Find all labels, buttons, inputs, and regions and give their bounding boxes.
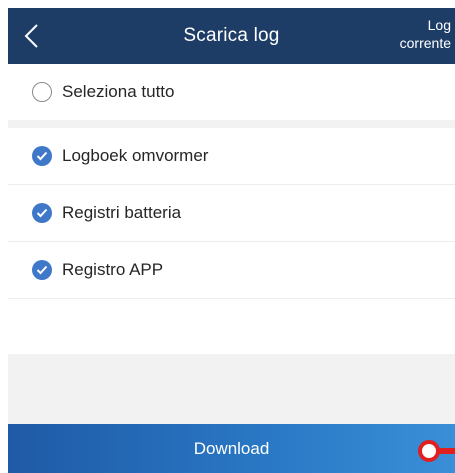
current-log-button[interactable]: Log corrente [365,16,455,52]
check-circle-icon[interactable] [32,146,52,166]
pointer-marker-icon [418,440,455,462]
select-all-row[interactable]: Seleziona tutto [8,64,455,120]
download-button[interactable]: Download [8,424,455,473]
select-all-label: Seleziona tutto [62,82,175,101]
divider [8,298,455,299]
list-item-label: Registro APP [62,260,164,279]
check-circle-icon[interactable] [32,203,52,223]
empty-area [8,354,455,424]
select-all-radio[interactable] [32,82,52,102]
header-bar: Scarica log Log corrente [8,8,455,64]
current-log-label-line2: corrente [399,35,451,51]
current-log-label-line1: Log [427,17,451,33]
section-gap [8,120,455,128]
list-item-label: Logboek omvormer [62,146,209,165]
check-circle-icon[interactable] [32,260,52,280]
list-item[interactable]: Registri batteria [8,185,455,241]
list-item-label: Registri batteria [62,203,182,222]
download-label: Download [193,438,270,458]
list-item[interactable]: Registro APP [8,242,455,298]
list-item[interactable]: Logboek omvormer [8,128,455,184]
